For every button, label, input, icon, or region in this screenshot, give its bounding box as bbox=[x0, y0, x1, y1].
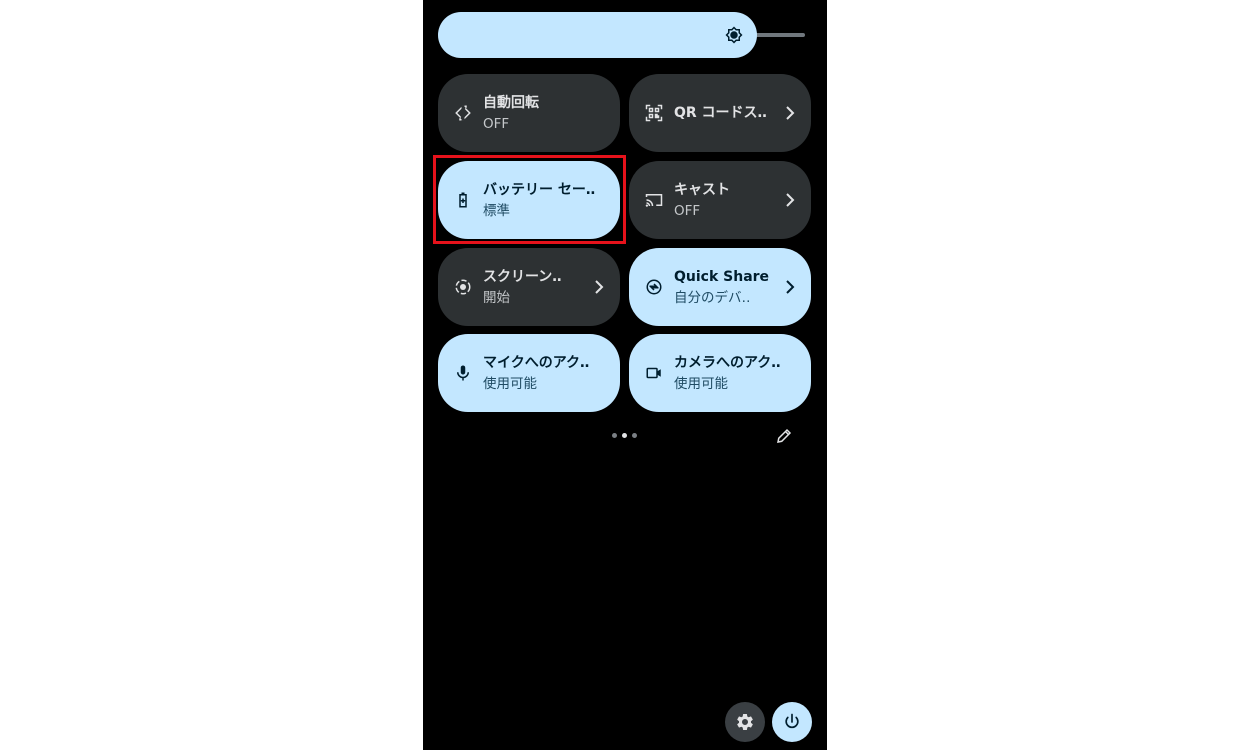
microphone-icon bbox=[457, 365, 469, 381]
tile-microphone-access[interactable]: マイクへのアク‥ 使用可能 bbox=[438, 334, 620, 412]
tile-auto-rotate[interactable]: 自動回転 OFF bbox=[438, 74, 620, 152]
tile-quick-share[interactable]: Quick Share 自分のデバ‥ bbox=[629, 248, 811, 326]
tile-status: OFF bbox=[483, 116, 510, 132]
tile-label: 自動回転 bbox=[483, 95, 539, 111]
tile-label: キャスト bbox=[674, 182, 730, 198]
screen-record-icon bbox=[455, 279, 471, 295]
tile-camera-access[interactable]: カメラへのアク‥ 使用可能 bbox=[629, 334, 811, 412]
tile-label: カメラへのアク‥ bbox=[674, 355, 781, 371]
camera-icon bbox=[646, 367, 661, 379]
quick-share-icon bbox=[646, 279, 662, 295]
cast-icon bbox=[645, 194, 663, 207]
tile-status: 使用可能 bbox=[483, 376, 537, 392]
tile-label: スクリーン‥ bbox=[483, 269, 562, 285]
page-dot bbox=[632, 433, 637, 438]
tile-qr-scanner[interactable]: QR コードス‥ bbox=[629, 74, 811, 152]
page-indicator bbox=[612, 433, 638, 439]
power-icon bbox=[785, 713, 799, 729]
tile-status: OFF bbox=[674, 203, 701, 219]
page-dot bbox=[612, 433, 617, 438]
tile-label: Quick Share bbox=[674, 269, 770, 285]
quick-settings-panel: 自動回転 OFF QR コードス‥ バッテリー セー‥ 標準 キャスト OFF … bbox=[423, 0, 827, 750]
power-button[interactable] bbox=[772, 702, 812, 742]
highlight-box bbox=[433, 155, 626, 244]
brightness-icon bbox=[725, 26, 743, 44]
qr-scan-icon bbox=[645, 104, 663, 122]
tile-status: 自分のデバ‥ bbox=[674, 290, 751, 306]
brightness-slider[interactable] bbox=[438, 12, 805, 58]
tile-status: 使用可能 bbox=[674, 376, 728, 392]
rotate-icon bbox=[455, 105, 471, 121]
tile-label: マイクへのアク‥ bbox=[483, 355, 590, 371]
gear-icon bbox=[737, 714, 753, 730]
tile-status: 開始 bbox=[483, 290, 510, 306]
tile-label: QR コードス‥ bbox=[674, 105, 767, 121]
settings-button[interactable] bbox=[725, 702, 765, 742]
tile-cast[interactable]: キャスト OFF bbox=[629, 161, 811, 239]
tile-screen-record[interactable]: スクリーン‥ 開始 bbox=[438, 248, 620, 326]
chevron-right-icon bbox=[786, 280, 795, 294]
brightness-fill[interactable] bbox=[438, 12, 757, 58]
chevron-right-icon bbox=[595, 280, 604, 294]
page-dot-active bbox=[622, 433, 627, 438]
chevron-right-icon bbox=[786, 106, 795, 120]
chevron-right-icon bbox=[786, 193, 795, 207]
edit-pencil-icon[interactable] bbox=[775, 427, 793, 445]
